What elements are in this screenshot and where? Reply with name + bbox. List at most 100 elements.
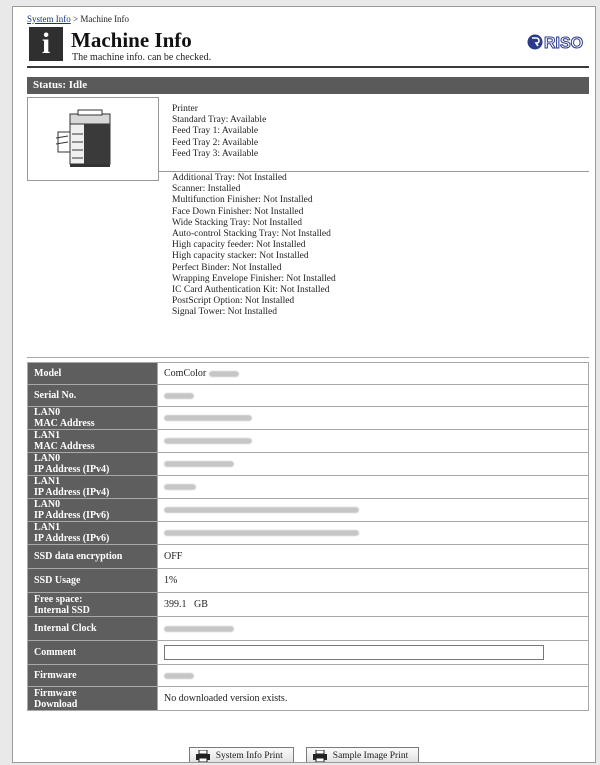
table-row: LAN1 IP Address (IPv4) xyxy=(27,475,589,499)
table-row: Free space: Internal SSD 399.1 GB xyxy=(27,592,589,617)
printer-icon xyxy=(56,109,111,167)
free-space-value: 399.1 GB xyxy=(157,592,589,617)
table-row: Comment xyxy=(27,640,589,665)
row-value xyxy=(157,640,589,665)
sample-image-print-label: Sample Image Print xyxy=(332,751,409,761)
row-value xyxy=(157,498,589,522)
riso-logo-text: RISO xyxy=(544,35,583,52)
ssd-usage-value: 1% xyxy=(157,568,589,593)
row-key: LAN1 MAC Address xyxy=(27,429,158,453)
row-key: SSD Usage xyxy=(27,568,158,593)
row-value xyxy=(157,406,589,430)
breadcrumb-separator: > xyxy=(70,14,81,24)
option-line: Additional Tray: Not Installed xyxy=(172,173,287,183)
redacted-value xyxy=(164,672,194,679)
installed-options-top: Printer Standard Tray: Available Feed Tr… xyxy=(172,104,266,160)
redacted-value xyxy=(164,507,359,514)
model-value: ComColor xyxy=(164,368,207,379)
row-key: Model xyxy=(27,362,158,385)
option-line: Standard Tray: Available xyxy=(172,115,267,126)
redacted-value xyxy=(164,484,196,491)
table-row: Serial No. xyxy=(27,384,589,407)
breadcrumb-current: Machine Info xyxy=(80,14,130,24)
option-line: Scanner: Installed xyxy=(172,184,241,195)
row-value xyxy=(157,521,589,545)
printer-icon xyxy=(195,750,210,762)
option-line: IC Card Authentication Kit: Not Installe… xyxy=(172,285,330,296)
row-key: SSD data encryption xyxy=(27,544,158,569)
comment-input[interactable] xyxy=(164,645,544,660)
riso-logo: RISO xyxy=(527,34,584,52)
redacted-value xyxy=(164,438,252,445)
row-value xyxy=(157,664,589,687)
button-row: System Info Print Sample Image Print xyxy=(13,747,595,762)
row-key: Serial No. xyxy=(27,384,158,407)
option-line: PostScript Option: Not Installed xyxy=(172,296,295,307)
system-info-print-button[interactable]: System Info Print xyxy=(188,747,294,762)
row-key: Internal Clock xyxy=(27,616,158,641)
option-line: Auto-control Stacking Tray: Not Installe… xyxy=(172,229,331,240)
option-line: Wrapping Envelope Finisher: Not Installe… xyxy=(172,273,336,284)
row-key: LAN0 IP Address (IPv6) xyxy=(27,498,158,522)
page-subtitle: The machine info. can be checked. xyxy=(72,52,212,63)
option-line: High capacity stacker: Not Installed xyxy=(172,251,309,262)
option-line: Feed Tray 1: Available xyxy=(172,126,259,137)
row-value xyxy=(157,429,589,453)
row-key: Free space: Internal SSD xyxy=(27,592,158,617)
table-row: Firmware xyxy=(27,664,589,687)
system-info-print-label: System Info Print xyxy=(215,751,283,761)
page-title: Machine Info xyxy=(71,28,192,52)
machine-info-page: System Info > Machine Info i Machine Inf… xyxy=(12,6,596,763)
row-value: ComColor xyxy=(157,362,589,385)
table-row: Internal Clock xyxy=(27,616,589,641)
breadcrumb-system-info-link[interactable]: System Info xyxy=(27,14,71,24)
installed-options-bottom: Additional Tray: Not Installed Scanner: … xyxy=(172,173,336,319)
info-icon: i xyxy=(29,27,63,61)
firmware-download-value: No downloaded version exists. xyxy=(157,686,589,711)
option-line: Perfect Binder: Not Installed xyxy=(172,262,282,273)
row-key: LAN1 IP Address (IPv4) xyxy=(27,475,158,499)
row-key: Firmware xyxy=(27,664,158,687)
row-key: LAN0 IP Address (IPv4) xyxy=(27,452,158,476)
table-row: LAN1 IP Address (IPv6) xyxy=(27,521,589,545)
option-line: Face Down Finisher: Not Installed xyxy=(172,206,304,217)
option-line: Wide Stacking Tray: Not Installed xyxy=(172,217,302,228)
table-row: LAN0 IP Address (IPv4) xyxy=(27,452,589,476)
table-row: Model ComColor xyxy=(27,362,589,385)
redacted-value xyxy=(164,625,234,632)
row-key: Comment xyxy=(27,640,158,665)
table-row: SSD Usage 1% xyxy=(27,568,589,593)
row-value xyxy=(157,616,589,641)
title-divider xyxy=(27,66,589,68)
option-line: Feed Tray 3: Available xyxy=(172,148,259,159)
option-line: Multifunction Finisher: Not Installed xyxy=(172,195,313,206)
breadcrumb: System Info > Machine Info xyxy=(27,14,129,24)
option-line: Printer xyxy=(172,104,198,114)
row-key: LAN1 IP Address (IPv6) xyxy=(27,521,158,545)
redacted-value xyxy=(164,392,194,399)
row-value xyxy=(157,384,589,407)
table-row: Firmware Download No downloaded version e… xyxy=(27,686,589,711)
row-key: Firmware Download xyxy=(27,686,158,711)
options-divider xyxy=(159,171,589,172)
redacted-value xyxy=(164,415,252,422)
machine-illustration xyxy=(27,97,159,181)
row-value xyxy=(157,452,589,476)
row-key: LAN0 MAC Address xyxy=(27,406,158,430)
table-row: SSD data encryption OFF xyxy=(27,544,589,569)
table-row: LAN0 MAC Address xyxy=(27,406,589,430)
row-value xyxy=(157,475,589,499)
option-line: Feed Tray 2: Available xyxy=(172,137,259,148)
redacted-value xyxy=(164,530,359,537)
option-line: High capacity feeder: Not Installed xyxy=(172,240,306,251)
redacted-value xyxy=(208,370,239,377)
section-divider xyxy=(27,357,589,358)
sample-image-print-button[interactable]: Sample Image Print xyxy=(305,747,420,762)
table-row: LAN1 MAC Address xyxy=(27,429,589,453)
ssd-encryption-value: OFF xyxy=(157,544,589,569)
printer-icon xyxy=(312,750,327,762)
redacted-value xyxy=(164,461,234,468)
status-bar: Status: Idle xyxy=(27,77,589,94)
option-line: Signal Tower: Not Installed xyxy=(172,307,277,318)
table-row: LAN0 IP Address (IPv6) xyxy=(27,498,589,522)
